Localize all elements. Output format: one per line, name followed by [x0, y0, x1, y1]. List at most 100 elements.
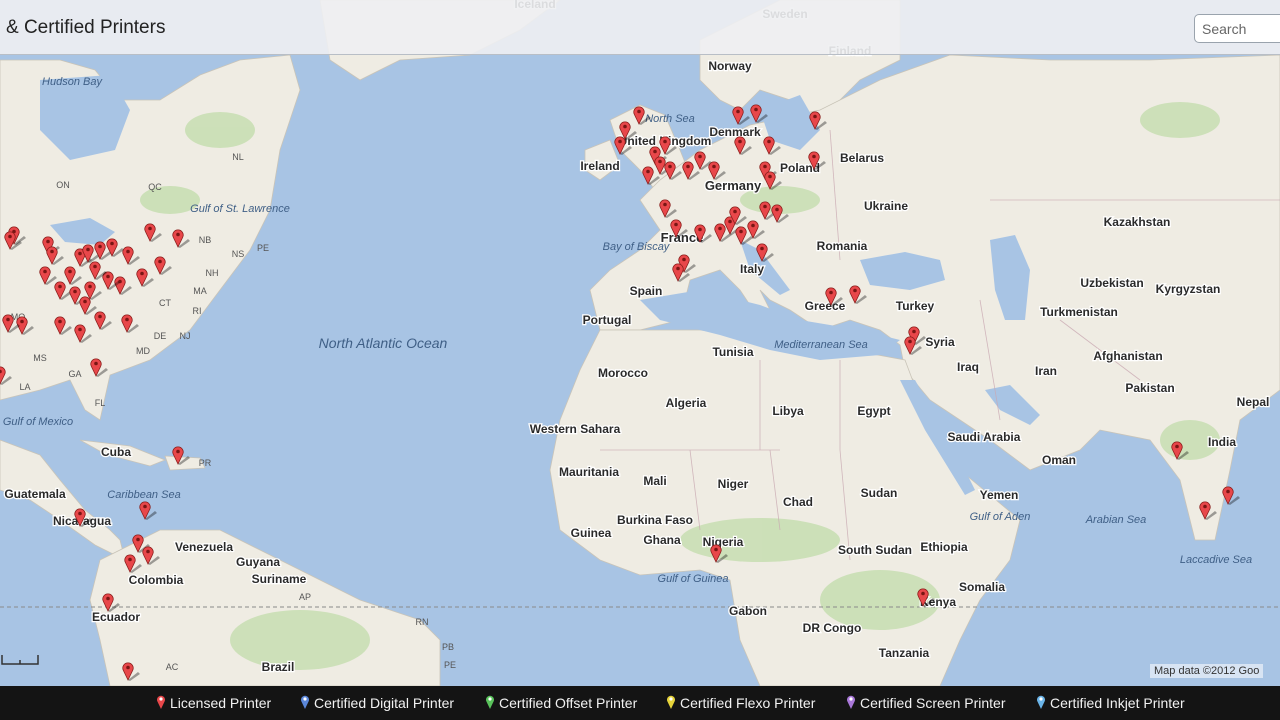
- country-label: Algeria: [666, 396, 707, 410]
- water-label: Gulf of St. Lawrence: [190, 203, 290, 215]
- country-label: Venezuela: [175, 540, 233, 554]
- country-label: Ecuador: [92, 610, 140, 624]
- country-label: Western Sahara: [530, 422, 621, 436]
- country-label: Libya: [772, 404, 804, 418]
- country-label: Turkey: [896, 299, 935, 313]
- region-label: AC: [166, 662, 179, 672]
- country-label: South Sudan: [838, 543, 912, 557]
- siberia-forest: [1140, 102, 1220, 138]
- country-label: Somalia: [959, 580, 1005, 594]
- header-bar: & Certified Printers: [0, 0, 1280, 55]
- region-label: MS: [33, 353, 47, 363]
- region-label: MD: [136, 346, 150, 356]
- country-label: Turkmenistan: [1040, 305, 1118, 319]
- legend-digital-printer[interactable]: Certified Digital Printer: [301, 695, 455, 711]
- country-label: Kazakhstan: [1104, 215, 1171, 229]
- region-label: PE: [444, 660, 456, 670]
- region-label: PB: [442, 642, 454, 652]
- country-label: Nigeria: [703, 535, 744, 549]
- country-label: Yemen: [980, 488, 1019, 502]
- water-label: Arabian Sea: [1085, 514, 1147, 526]
- region-label: NH: [206, 268, 219, 278]
- region-label: NL: [232, 152, 244, 162]
- region-label: GA: [68, 369, 81, 379]
- region-label: CT: [159, 298, 171, 308]
- country-label: Iraq: [957, 360, 979, 374]
- legend-marker-icon: [157, 695, 165, 709]
- country-label: Romania: [817, 239, 868, 253]
- search-input[interactable]: [1194, 14, 1280, 43]
- country-label: Kyrgyzstan: [1156, 282, 1221, 296]
- country-label: Pakistan: [1125, 381, 1174, 395]
- country-label: Sudan: [861, 486, 898, 500]
- country-label: Portugal: [583, 313, 632, 327]
- country-label: Spain: [630, 284, 663, 298]
- water-label: North Sea: [645, 113, 695, 125]
- country-label: Guinea: [571, 526, 612, 540]
- water-label: Bay of Biscay: [603, 241, 671, 253]
- country-label: Morocco: [598, 366, 648, 380]
- country-label: Ethiopia: [920, 540, 968, 554]
- country-label: Niger: [718, 477, 749, 491]
- country-label: Nepal: [1237, 395, 1270, 409]
- legend-marker-icon: [486, 695, 494, 709]
- legend-label: Certified Offset Printer: [499, 695, 638, 711]
- country-label: Tunisia: [712, 345, 753, 359]
- legend-inkjet-printer[interactable]: Certified Inkjet Printer: [1037, 695, 1185, 711]
- amazon-vegetation: [230, 610, 370, 670]
- country-label: Norway: [708, 59, 752, 73]
- legend-label: Certified Inkjet Printer: [1050, 695, 1185, 711]
- country-label: Saudi Arabia: [948, 430, 1021, 444]
- region-label: NS: [232, 249, 245, 259]
- country-label: Syria: [925, 335, 955, 349]
- country-label: DR Congo: [803, 621, 862, 635]
- water-label: Hudson Bay: [42, 76, 103, 88]
- region-label: PE: [257, 243, 269, 253]
- country-label: Ghana: [643, 533, 681, 547]
- region-label: NJ: [180, 331, 191, 341]
- country-label: Oman: [1042, 453, 1076, 467]
- region-label: RN: [416, 617, 429, 627]
- world-map[interactable]: NorwaySwedenFinlandIcelandDenmarkIreland…: [0, 0, 1280, 720]
- legend-licensed-printer[interactable]: Licensed Printer: [157, 695, 271, 711]
- country-label: Cuba: [101, 445, 131, 459]
- country-label: Iran: [1035, 364, 1057, 378]
- canada-forest: [185, 112, 255, 148]
- legend-marker-icon: [301, 695, 309, 709]
- region-label: NB: [199, 235, 212, 245]
- country-label: Ireland: [580, 159, 619, 173]
- legend-flexo-printer[interactable]: Certified Flexo Printer: [667, 695, 816, 711]
- country-label: Uzbekistan: [1080, 276, 1143, 290]
- water-label: Caribbean Sea: [107, 489, 180, 501]
- legend-marker-icon: [847, 695, 855, 709]
- legend-label: Certified Flexo Printer: [680, 695, 816, 711]
- country-label: Gabon: [729, 604, 767, 618]
- legend-marker-icon: [667, 695, 675, 709]
- region-label: QC: [148, 182, 162, 192]
- water-label: Laccadive Sea: [1180, 554, 1252, 566]
- region-label: DE: [154, 331, 167, 341]
- legend-offset-printer[interactable]: Certified Offset Printer: [486, 695, 638, 711]
- country-label: Tanzania: [879, 646, 930, 660]
- country-label: Italy: [740, 262, 764, 276]
- country-label: Germany: [705, 178, 762, 193]
- map-attribution: Map data ©2012 Goo: [1150, 664, 1264, 678]
- country-label: Mali: [643, 474, 666, 488]
- legend-label: Certified Screen Printer: [860, 695, 1006, 711]
- water-label: Gulf of Mexico: [3, 416, 73, 428]
- country-label: Guyana: [236, 555, 280, 569]
- page-title: & Certified Printers: [6, 17, 166, 38]
- legend-label: Certified Digital Printer: [314, 695, 455, 711]
- region-label: MA: [193, 286, 207, 296]
- country-label: Guatemala: [4, 487, 66, 501]
- country-label: Egypt: [857, 404, 890, 418]
- water-label: Mediterranean Sea: [774, 339, 868, 351]
- water-label: Gulf of Guinea: [658, 573, 729, 585]
- country-label: Belarus: [840, 151, 884, 165]
- region-label: LA: [19, 382, 30, 392]
- region-label: FL: [95, 398, 106, 408]
- country-label: Afghanistan: [1093, 349, 1162, 363]
- country-label: Chad: [783, 495, 813, 509]
- legend-screen-printer[interactable]: Certified Screen Printer: [847, 695, 1006, 711]
- region-label: PR: [199, 458, 212, 468]
